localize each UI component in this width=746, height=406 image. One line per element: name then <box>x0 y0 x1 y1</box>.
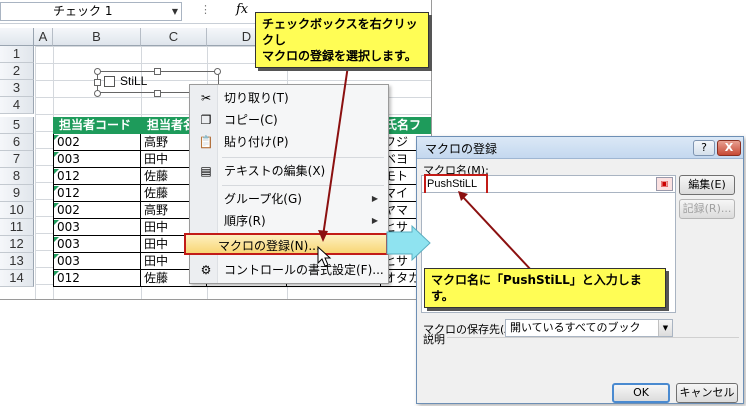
table-cell[interactable]: 012 <box>53 168 141 185</box>
callout-line: チェックボックスを右クリックし <box>262 17 418 47</box>
resize-handle[interactable] <box>154 68 161 75</box>
instruction-callout-top: チェックボックスを右クリックし マクロの登録を選択します。 <box>255 12 429 68</box>
table-cell[interactable]: 012 <box>53 270 141 287</box>
error-indicator-icon <box>54 169 59 174</box>
chevron-down-icon[interactable]: ▼ <box>172 3 178 20</box>
description-area[interactable] <box>421 347 739 381</box>
submenu-arrow-icon: ▶ <box>371 216 378 225</box>
row-header[interactable]: 6 <box>0 134 34 151</box>
row-header[interactable]: 5 <box>0 117 34 134</box>
menu-item-label: 順序(R) <box>224 214 266 228</box>
copy-icon: ❐ <box>200 113 212 127</box>
resize-handle[interactable] <box>94 68 101 75</box>
row-header[interactable]: 1 <box>0 46 34 63</box>
screenshot-stage: チェック 1 ▼ ⋮ fx A B C D 1 2 3 4 5 6 7 8 9 … <box>0 0 746 406</box>
row-header[interactable]: 3 <box>0 80 34 97</box>
instruction-callout-bottom: マクロ名に「PushStiLL」と入力します。 <box>424 268 666 308</box>
format-control-icon: ⚙ <box>200 263 212 277</box>
table-cell[interactable]: 003 <box>53 151 141 168</box>
resize-handle[interactable] <box>214 68 221 75</box>
menu-item-label: コントロールの書式設定(F)... <box>224 263 384 277</box>
name-box-value: チェック 1 <box>53 4 113 18</box>
edit-text-icon: ▤ <box>200 164 212 178</box>
error-indicator-icon <box>54 135 59 140</box>
table-cell[interactable]: 002 <box>53 134 141 151</box>
menu-item-edit-text[interactable]: ▤ テキストの編集(X) <box>192 160 386 182</box>
column-header-b[interactable]: B <box>53 28 141 46</box>
row-header[interactable]: 2 <box>0 63 34 80</box>
menu-item-paste[interactable]: 📋 貼り付け(P) <box>192 131 386 153</box>
paste-icon: 📋 <box>198 135 214 149</box>
scissors-icon: ✂ <box>200 91 212 105</box>
table-header-cell[interactable]: 担当者コード <box>55 117 141 134</box>
row-header[interactable]: 7 <box>0 151 34 168</box>
error-indicator-icon <box>54 237 59 242</box>
row-header[interactable]: 10 <box>0 202 34 219</box>
row-header[interactable]: 13 <box>0 253 34 270</box>
error-indicator-icon <box>54 186 59 191</box>
table-cell[interactable]: 003 <box>53 253 141 270</box>
menu-item-label: 切り取り(T) <box>224 91 289 105</box>
table-cell[interactable]: 002 <box>53 202 141 219</box>
macro-name-input[interactable]: PushStiLL <box>421 174 676 195</box>
record-button[interactable]: 記録(R)... <box>679 199 735 219</box>
resize-handle[interactable] <box>94 90 101 97</box>
save-location-select[interactable]: 開いているすべてのブック ▼ <box>505 319 673 337</box>
resize-handle[interactable] <box>154 90 161 97</box>
edit-button[interactable]: 編集(E) <box>679 175 735 195</box>
dialog-titlebar[interactable]: マクロの登録 ? X <box>417 137 743 159</box>
callout-line: マクロの登録を選択します。 <box>262 49 417 63</box>
dialog-title: マクロの登録 <box>425 142 498 156</box>
row-header[interactable]: 4 <box>0 97 34 114</box>
table-cell[interactable]: 012 <box>53 185 141 202</box>
menu-item-copy[interactable]: ❐ コピー(C) <box>192 109 386 131</box>
description-divider <box>447 337 739 338</box>
error-indicator-icon <box>54 254 59 259</box>
context-menu: ✂ 切り取り(T) ❐ コピー(C) 📋 貼り付け(P) ▤ テキストの編集(X… <box>184 84 389 284</box>
table-cell[interactable]: 003 <box>53 236 141 253</box>
menu-item-group[interactable]: グループ化(G) ▶ <box>192 188 386 210</box>
menu-item-assign-macro[interactable]: マクロの登録(N)... <box>184 233 388 255</box>
help-button[interactable]: ? <box>693 140 715 156</box>
macro-name-highlight <box>424 174 488 195</box>
table-cell[interactable]: 003 <box>53 219 141 236</box>
error-indicator-icon <box>54 220 59 225</box>
save-location-value: 開いているすべてのブック <box>510 321 641 334</box>
splitter-dots-icon: ⋮ <box>200 3 212 16</box>
row-header[interactable]: 11 <box>0 219 34 236</box>
select-all-corner[interactable] <box>0 28 34 46</box>
checkbox-square-icon[interactable] <box>104 76 115 87</box>
chevron-down-icon[interactable]: ▼ <box>658 320 672 336</box>
menu-separator <box>222 157 384 158</box>
menu-item-label: グループ化(G) <box>224 192 302 206</box>
checkbox-label: StiLL <box>120 74 148 88</box>
menu-item-label: コピー(C) <box>224 113 278 127</box>
error-indicator-icon <box>54 271 59 276</box>
menu-item-label: 貼り付け(P) <box>224 135 289 149</box>
menu-item-order[interactable]: 順序(R) ▶ <box>192 210 386 232</box>
row-header[interactable]: 8 <box>0 168 34 185</box>
menu-item-label: テキストの編集(X) <box>224 164 326 178</box>
row-header[interactable]: 12 <box>0 236 34 253</box>
submenu-arrow-icon: ▶ <box>371 194 378 203</box>
description-label: 説明 <box>423 333 445 346</box>
error-indicator-icon <box>54 152 59 157</box>
fx-icon[interactable]: fx <box>236 2 248 17</box>
range-picker-icon[interactable]: ▣ <box>656 177 673 191</box>
cancel-button[interactable]: キャンセル <box>676 383 738 403</box>
menu-item-format-control[interactable]: ⚙ コントロールの書式設定(F)... <box>192 259 386 281</box>
row-header[interactable]: 14 <box>0 270 34 287</box>
ok-button[interactable]: OK <box>612 383 670 403</box>
menu-separator <box>222 185 384 186</box>
column-header-c[interactable]: C <box>141 28 207 46</box>
resize-handle[interactable] <box>94 79 101 86</box>
row-header[interactable]: 9 <box>0 185 34 202</box>
column-header-a[interactable]: A <box>34 28 53 46</box>
menu-item-cut[interactable]: ✂ 切り取り(T) <box>192 87 386 109</box>
close-button[interactable]: X <box>717 140 741 156</box>
name-box[interactable]: チェック 1 ▼ <box>0 2 182 21</box>
error-indicator-icon <box>54 203 59 208</box>
menu-item-label: マクロの登録(N)... <box>218 239 320 253</box>
